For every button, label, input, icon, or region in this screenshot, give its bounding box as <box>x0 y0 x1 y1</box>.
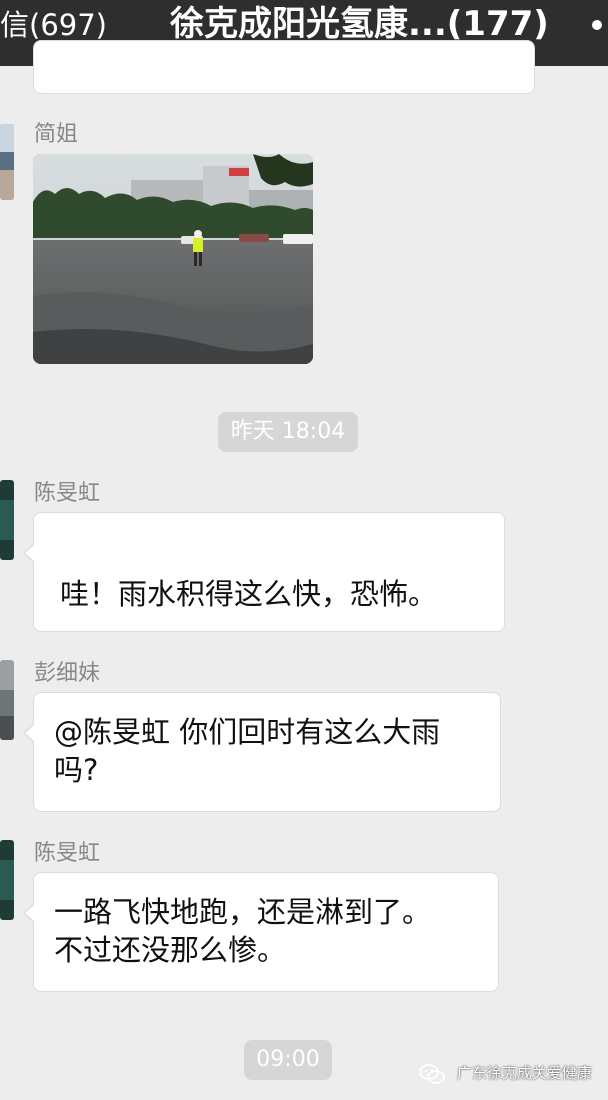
message-text: 一路飞快地跑，还是淋到了。 不过还没那么惨。 <box>54 893 431 969</box>
sender-name: 陈旻虹 <box>34 481 101 506</box>
chat-title: 徐克成阳光氢康...(177) <box>170 4 549 44</box>
timestamp: 昨天 18:04 <box>218 412 358 452</box>
message-bubble[interactable]: 一路飞快地跑，还是淋到了。 不过还没那么惨。 <box>23 872 499 992</box>
message-line: @陈旻虹 你们回时有这么大雨 <box>54 715 441 749</box>
more-options-icon[interactable] <box>592 20 602 30</box>
watermark-text: 广东徐克成关爱健康 <box>456 1064 592 1082</box>
message-text: @陈旻虹 你们回时有这么大雨 吗? <box>54 713 440 789</box>
back-button[interactable]: 信(697) <box>0 8 107 42</box>
message-line: 一路飞快地跑，还是淋到了。 <box>54 895 432 929</box>
flooded-street-photo <box>33 154 313 364</box>
avatar[interactable] <box>0 124 14 200</box>
message-bubble[interactable]: 哇！雨水积得这么快，恐怖。 <box>23 512 505 632</box>
avatar[interactable] <box>0 840 14 920</box>
avatar[interactable] <box>0 660 14 740</box>
watermark: 广东徐克成关爱健康 <box>418 1058 592 1088</box>
wechat-icon <box>419 1063 445 1084</box>
message-text: 哇！雨水积得这么快，恐怖。 <box>60 577 438 611</box>
sender-name: 彭细妹 <box>34 661 101 686</box>
previous-message-bubble[interactable] <box>33 40 535 94</box>
message-bubble[interactable]: @陈旻虹 你们回时有这么大雨 吗? <box>23 692 501 812</box>
image-message[interactable] <box>33 154 313 364</box>
sender-name: 简姐 <box>34 122 79 147</box>
timestamp: 09:00 <box>244 1040 332 1080</box>
sender-name: 陈旻虹 <box>34 841 101 866</box>
message-line: 不过还没那么惨。 <box>54 933 287 967</box>
message-line: 吗? <box>54 753 99 787</box>
avatar[interactable] <box>0 480 14 560</box>
